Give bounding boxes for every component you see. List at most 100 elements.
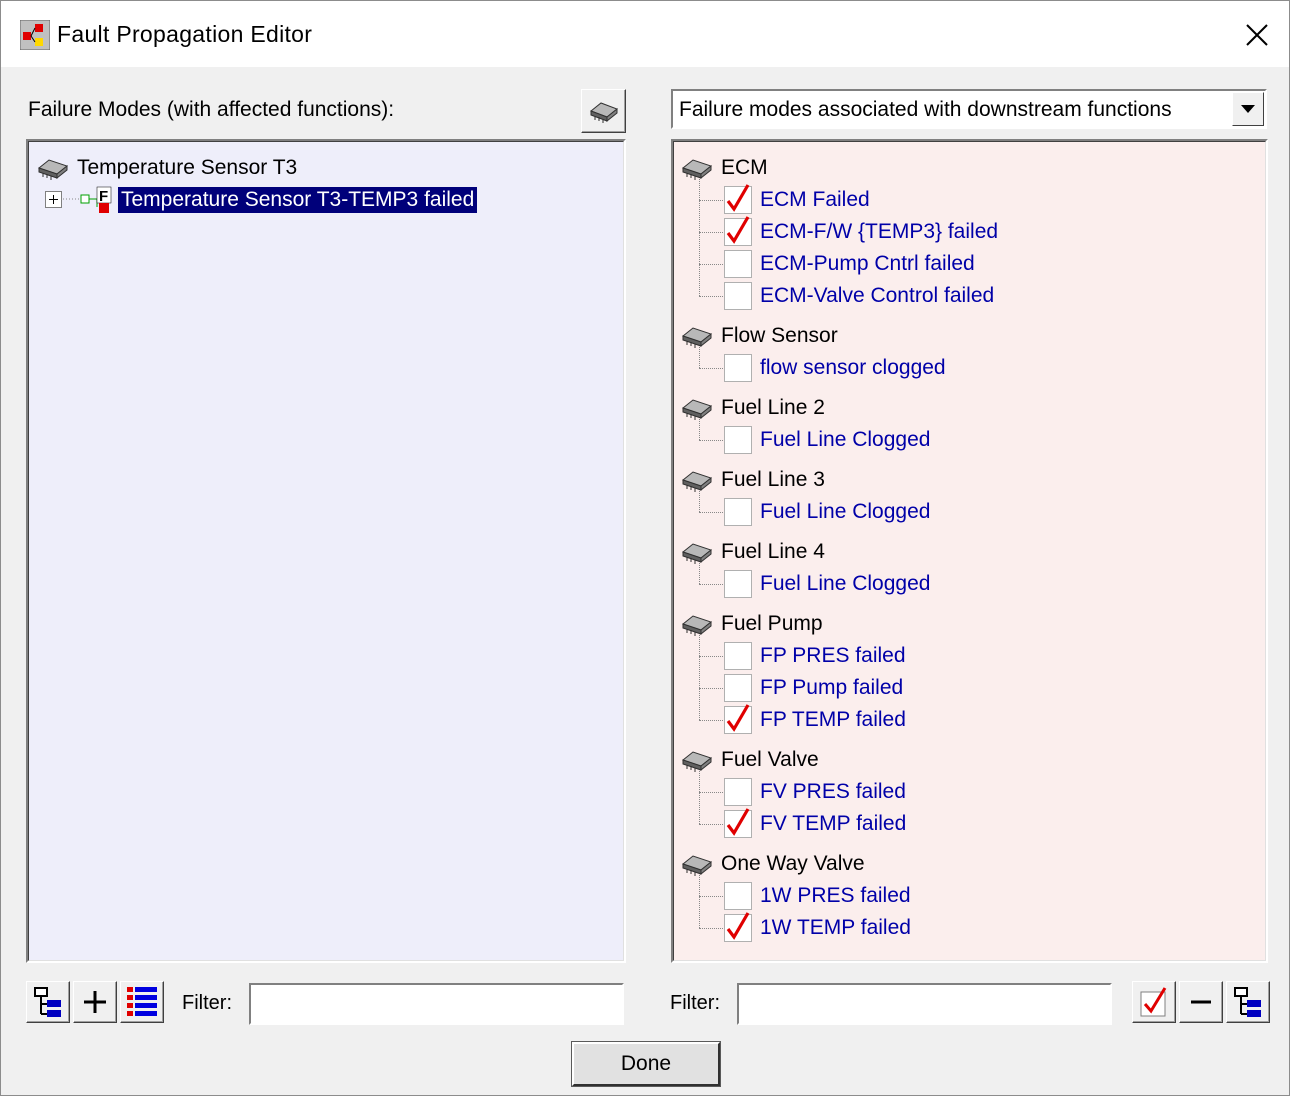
failure-mode-item[interactable]: FP TEMP failed [724,704,906,735]
group-node[interactable]: Fuel Line 2 [681,393,825,423]
failure-modes-header: Failure Modes (with affected functions): [28,98,395,121]
failure-mode-item[interactable]: FP Pump failed [724,673,903,703]
failure-mode-icon: F [63,186,112,213]
failure-mode-item[interactable]: 1W PRES failed [724,881,911,911]
right-filter-input[interactable] [737,983,1112,1025]
failure-mode-label: FP Pump failed [760,676,904,699]
group-label: Flow Sensor [721,324,838,347]
failure-mode-checkbox[interactable] [724,778,752,806]
failure-mode-checkbox[interactable] [724,808,752,838]
tree-connector [699,896,723,897]
tree-root-node[interactable]: Temperature Sensor T3 [37,153,297,183]
failure-mode-checkbox[interactable] [724,570,752,598]
failure-mode-item[interactable]: ECM-Valve Control failed [724,281,994,311]
tree-connector [699,635,700,720]
chip-icon [681,855,713,876]
tree-connector [699,824,723,825]
group-node[interactable]: One Way Valve [681,849,865,879]
failure-mode-item[interactable]: FP PRES failed [724,641,906,671]
window-title: Fault Propagation Editor [57,21,313,47]
failure-mode-item[interactable]: 1W TEMP failed [724,912,911,943]
expand-icon[interactable] [45,191,63,209]
failure-mode-checkbox[interactable] [724,282,752,310]
failure-mode-label: Fuel Line Clogged [760,572,931,595]
group-node[interactable]: ECM [681,153,768,183]
group-node[interactable]: Fuel Line 3 [681,465,825,495]
failure-mode-checkbox[interactable] [724,912,752,942]
check-all-button[interactable] [1132,981,1176,1023]
failure-mode-label: FV TEMP failed [760,812,907,835]
chip-icon [681,471,713,492]
failure-mode-checkbox[interactable] [724,674,752,702]
tree-view-icon [34,987,61,1017]
failure-mode-label: ECM-F/W {TEMP3} failed [760,220,999,243]
red-check-icon [726,184,750,212]
failure-mode-item[interactable]: Fuel Line Clogged [724,497,930,527]
tree-view-button[interactable] [26,981,70,1023]
failure-mode-checkbox[interactable] [724,498,752,526]
failure-mode-item[interactable]: Fuel Line Clogged [724,425,930,455]
tree-connector [699,440,723,441]
selected-failure-mode: Temperature Sensor T3-TEMP3 failed [118,187,478,213]
failure-mode-item[interactable]: ECM-Pump Cntrl failed [724,249,975,279]
failure-mode-item[interactable]: Fuel Line Clogged [724,569,930,599]
group-label: Fuel Line 4 [721,540,825,563]
red-check-icon [726,912,750,940]
group-node[interactable]: Fuel Valve [681,745,819,775]
tree-connector [699,584,723,585]
app-icon [20,20,50,50]
failure-mode-label: FV PRES failed [760,780,906,803]
failure-mode-label: ECM-Valve Control failed [760,284,995,307]
group-node[interactable]: Flow Sensor [681,321,838,351]
failure-mode-item[interactable]: ECM-F/W {TEMP3} failed [724,216,999,247]
list-view-button[interactable] [120,981,164,1023]
failure-mode-checkbox[interactable] [724,184,752,214]
failure-mode-item[interactable]: flow sensor clogged [724,353,946,383]
tree-connector [699,296,723,297]
group-label: Fuel Line 3 [721,468,825,491]
group-node[interactable]: Fuel Pump [681,609,823,639]
checkbox-checked-icon [1140,987,1167,1017]
failure-mode-label: FP TEMP failed [760,708,906,731]
tree-connector [699,419,700,440]
tree-connector [699,688,723,689]
chip-icon [681,399,713,420]
view-mode-dropdown[interactable]: Failure modes associated with downstream… [671,89,1267,129]
chip-icon [681,751,713,772]
chip-icon [681,159,713,180]
tree-connector [699,200,723,201]
chip-icon [37,159,69,180]
close-button[interactable] [1234,13,1280,57]
failure-mode-checkbox[interactable] [724,216,752,246]
group-node[interactable]: Fuel Line 4 [681,537,825,567]
tree-connector [699,179,700,296]
left-filter-input[interactable] [249,983,624,1025]
list-icon [127,987,157,1016]
failure-mode-checkbox[interactable] [724,642,752,670]
failure-mode-item[interactable]: FV TEMP failed [724,808,907,839]
group-label: Fuel Valve [721,748,819,771]
failure-mode-label: Fuel Line Clogged [760,428,931,451]
failure-modes-tree[interactable] [26,139,626,963]
tree-connector [699,656,723,657]
failure-mode-checkbox[interactable] [724,704,752,734]
tree-connector [699,512,723,513]
failure-mode-checkbox[interactable] [724,354,752,382]
tree-failure-mode-node[interactable]: F Temperature Sensor T3-TEMP3 failed [45,185,478,215]
collapse-all-button[interactable] [1179,981,1223,1023]
svg-text:F: F [99,188,108,205]
failure-mode-label: FP PRES failed [760,644,906,667]
failure-mode-item[interactable]: FV PRES failed [724,777,906,807]
failure-mode-label: ECM-Pump Cntrl failed [760,252,975,275]
failure-mode-checkbox[interactable] [724,426,752,454]
dropdown-arrow-button[interactable] [1232,92,1264,126]
tree-connector [699,368,723,369]
failure-mode-item[interactable]: ECM Failed [724,184,870,215]
failure-mode-checkbox[interactable] [724,250,752,278]
component-button[interactable] [581,89,626,133]
done-button[interactable]: Done [572,1042,720,1086]
failure-mode-checkbox[interactable] [724,882,752,910]
red-check-icon [726,216,750,244]
right-tree-view-button[interactable] [1226,981,1270,1023]
expand-all-button[interactable] [73,981,117,1023]
